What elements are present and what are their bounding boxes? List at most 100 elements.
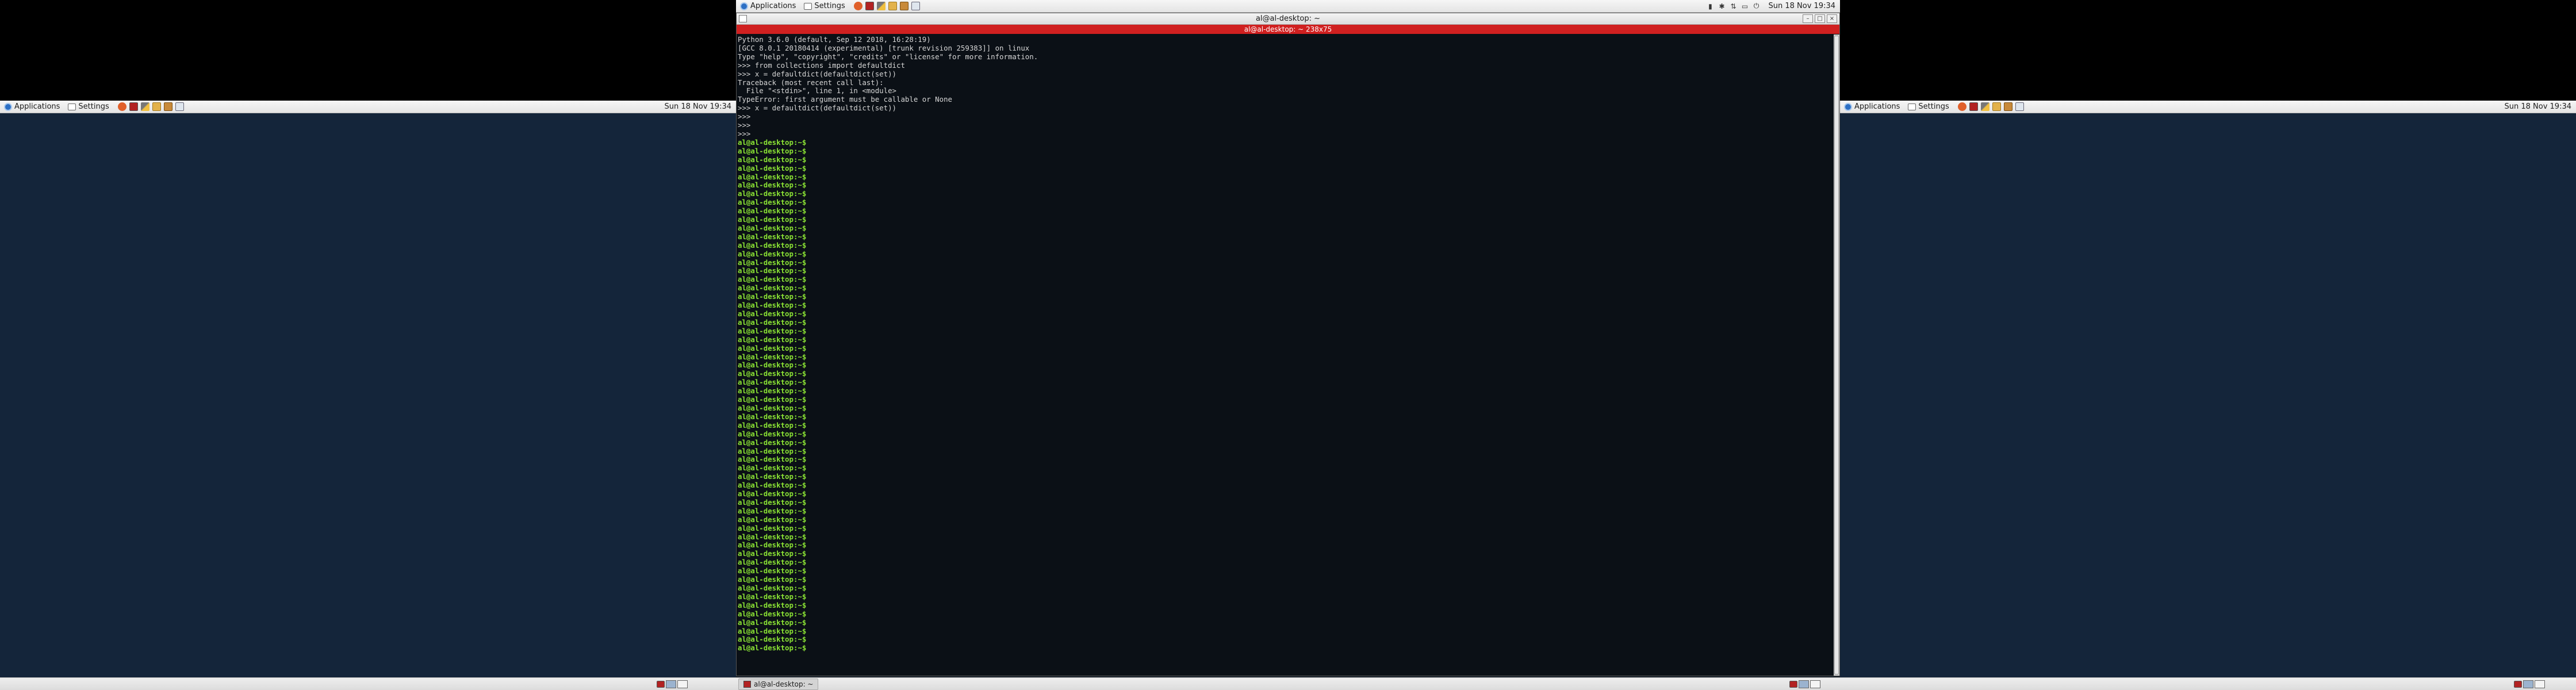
terminal-line: Traceback (most recent call last):: [738, 78, 884, 87]
prompt-suffix: :~$: [793, 309, 807, 318]
prompt-suffix: :~$: [793, 215, 807, 224]
terminal-prompt-line: al@al-desktop:~$: [738, 386, 1833, 396]
minimize-button[interactable]: –: [1803, 14, 1813, 23]
terminal-icon: [743, 680, 751, 688]
workspace-1[interactable]: [666, 680, 676, 688]
workspace-2[interactable]: [677, 680, 688, 688]
file-manager-icon[interactable]: [152, 102, 161, 111]
clock-middle[interactable]: Sun 18 Nov 19:34: [1764, 2, 1840, 10]
battery-icon[interactable]: ▮: [1706, 2, 1714, 10]
file-manager-icon[interactable]: [1992, 102, 2001, 111]
prompt-host: al@al-desktop: [738, 275, 793, 284]
applications-menu-middle[interactable]: Applications: [736, 0, 800, 12]
text-editor-icon[interactable]: [876, 2, 885, 10]
terminal-line: >>> x = defaultdict(defaultdict(set)): [738, 103, 897, 113]
network-icon[interactable]: ⇅: [1729, 2, 1737, 10]
browser-icon[interactable]: [117, 102, 126, 111]
prompt-host: al@al-desktop: [738, 266, 793, 275]
applications-menu-right[interactable]: Applications: [1840, 101, 1904, 113]
power-icon[interactable]: ⏻: [1752, 2, 1760, 10]
terminal-window[interactable]: al@al-desktop: ~ – □ × al@al-desktop: ~ …: [736, 13, 1840, 676]
prompt-host: al@al-desktop: [738, 369, 793, 378]
scrollbar-thumb[interactable]: [1834, 36, 1839, 674]
prompt-suffix: :~$: [793, 584, 807, 592]
terminal-prompt-line: al@al-desktop:~$: [738, 463, 1833, 473]
settings-icon: [804, 2, 812, 10]
terminal-titlebar[interactable]: al@al-desktop: ~ – □ ×: [737, 13, 1839, 25]
prompt-host: al@al-desktop: [738, 146, 793, 155]
prompt-host: al@al-desktop: [738, 558, 793, 567]
prompt-host: al@al-desktop: [738, 584, 793, 592]
terminal-prompt-line: al@al-desktop:~$: [738, 515, 1833, 524]
terminal-prompt-line: al@al-desktop:~$: [738, 189, 1833, 198]
prompt-host: al@al-desktop: [738, 258, 793, 267]
terminal-prompt-line: al@al-desktop:~$: [738, 430, 1833, 439]
prompt-host: al@al-desktop: [738, 172, 793, 181]
maximize-button[interactable]: □: [1815, 14, 1825, 23]
archive-icon[interactable]: [899, 2, 908, 10]
workspace-pager-right[interactable]: [2512, 680, 2547, 688]
workspace-2[interactable]: [2535, 680, 2545, 688]
text-editor-icon[interactable]: [140, 102, 150, 111]
prompt-host: al@al-desktop: [738, 232, 793, 241]
clock-left[interactable]: Sun 18 Nov 19:34: [660, 102, 736, 111]
terminal-icon[interactable]: [865, 2, 874, 10]
top-panel-left: Applications Settings Sun 18 Nov 19:34: [0, 101, 736, 113]
screenshot-icon[interactable]: [2015, 102, 2024, 111]
prompt-suffix: :~$: [793, 292, 807, 301]
terminal-scrollbar[interactable]: [1834, 34, 1839, 676]
window-controls: – □ ×: [1803, 14, 1837, 23]
workspace-1[interactable]: [1799, 680, 1809, 688]
window-menu-icon[interactable]: [739, 15, 747, 22]
top-panel-middle: Applications Settings ▮ ✱ ⇅ ▭ ⏻ Sun 18 N…: [736, 0, 1840, 13]
prompt-suffix: :~$: [793, 386, 807, 396]
screenshot-icon[interactable]: [175, 102, 184, 111]
workspace-pager-middle[interactable]: [1787, 680, 1823, 688]
terminal-prompt-line: al@al-desktop:~$: [738, 224, 1833, 233]
terminal-icon: [1789, 680, 1797, 688]
terminal-prompt-line: al@al-desktop:~$: [738, 455, 1833, 464]
prompt-host: al@al-desktop: [738, 481, 793, 490]
settings-menu-middle[interactable]: Settings: [800, 0, 849, 12]
workspace-2[interactable]: [1810, 680, 1820, 688]
browser-icon[interactable]: [1957, 102, 1966, 111]
terminal-prompt-line: al@al-desktop:~$: [738, 352, 1833, 362]
prompt-suffix: :~$: [793, 343, 807, 352]
settings-menu-left[interactable]: Settings: [64, 101, 113, 113]
close-button[interactable]: ×: [1827, 14, 1837, 23]
terminal-prompt-line: al@al-desktop:~$: [738, 267, 1833, 275]
settings-menu-right[interactable]: Settings: [1904, 101, 1953, 113]
prompt-host: al@al-desktop: [738, 592, 793, 601]
prompt-host: al@al-desktop: [738, 532, 793, 541]
clock-right[interactable]: Sun 18 Nov 19:34: [2500, 102, 2576, 111]
prompt-host: al@al-desktop: [738, 317, 793, 327]
archive-icon[interactable]: [2003, 102, 2012, 111]
prompt-host: al@al-desktop: [738, 386, 793, 396]
terminal-line: >>>: [738, 129, 751, 138]
applications-logo-icon: [1844, 102, 1852, 111]
terminal-prompt-line: al@al-desktop:~$: [738, 447, 1833, 456]
bluetooth-icon[interactable]: ✱: [1718, 2, 1726, 10]
terminal-prompt-line: al@al-desktop:~$: [738, 138, 1833, 147]
applications-menu-left[interactable]: Applications: [0, 101, 64, 113]
archive-icon[interactable]: [163, 102, 172, 111]
taskbar-item-terminal[interactable]: al@al-desktop: ~: [738, 678, 819, 690]
file-manager-icon[interactable]: [888, 2, 897, 10]
browser-icon[interactable]: [853, 2, 862, 10]
prompt-suffix: :~$: [793, 266, 807, 275]
workspace-1[interactable]: [2523, 680, 2533, 688]
text-editor-icon[interactable]: [1980, 102, 1989, 111]
display-icon[interactable]: ▭: [1741, 2, 1749, 10]
workspace-pager-left[interactable]: [654, 680, 690, 688]
terminal-line: Python 3.6.0 (default, Sep 12 2018, 16:2…: [738, 35, 931, 44]
terminal-tab[interactable]: al@al-desktop: ~ 238x75: [737, 25, 1839, 34]
terminal-icon[interactable]: [129, 102, 138, 111]
prompt-host: al@al-desktop: [738, 343, 793, 352]
prompt-suffix: :~$: [793, 163, 807, 172]
screenshot-icon[interactable]: [911, 2, 920, 10]
terminal-icon[interactable]: [1969, 102, 1978, 111]
prompt-suffix: :~$: [793, 609, 807, 618]
prompt-host: al@al-desktop: [738, 523, 793, 532]
desktop-left: [0, 113, 736, 677]
terminal-output[interactable]: Python 3.6.0 (default, Sep 12 2018, 16:2…: [737, 34, 1834, 676]
